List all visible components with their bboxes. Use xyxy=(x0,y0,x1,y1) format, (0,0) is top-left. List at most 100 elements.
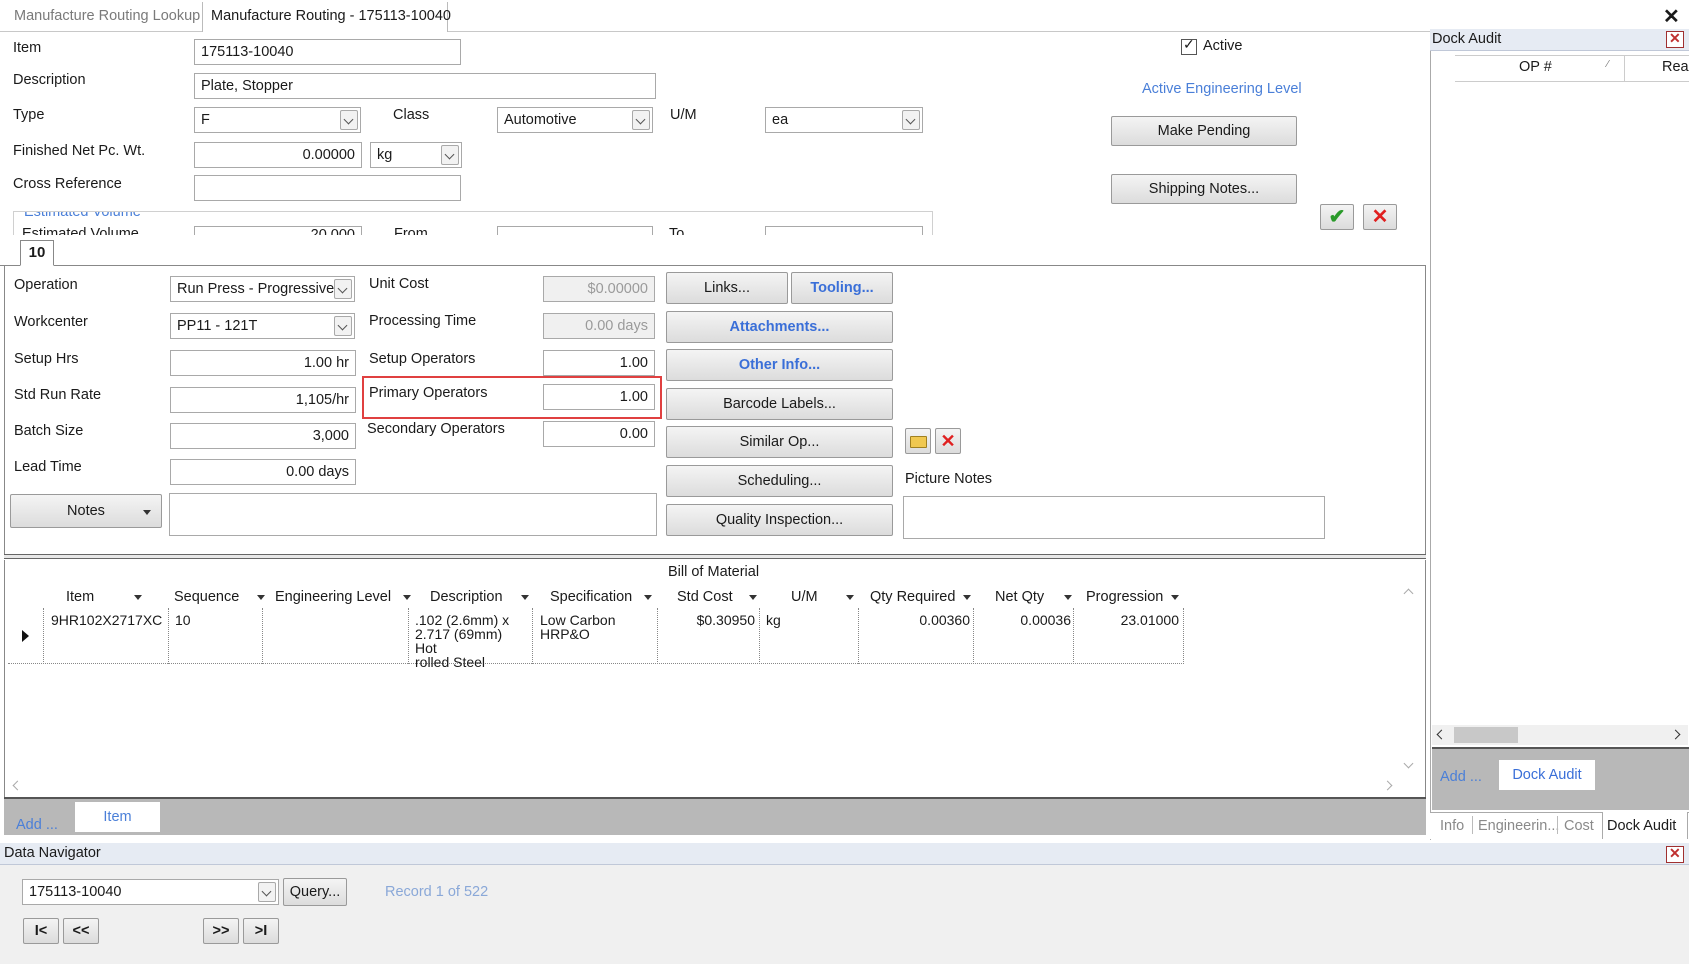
col-header-progression[interactable]: Progression xyxy=(1086,589,1180,605)
class-dropdown[interactable]: Automotive xyxy=(497,107,653,133)
from-field[interactable] xyxy=(497,226,653,235)
active-checkbox[interactable]: ✓ xyxy=(1181,36,1197,55)
col-header-std-cost[interactable]: Std Cost xyxy=(677,589,757,605)
type-dropdown[interactable]: F xyxy=(194,107,361,133)
operation-tab-10[interactable]: 10 xyxy=(20,240,54,266)
shipping-notes-button[interactable]: Shipping Notes... xyxy=(1111,174,1297,204)
primary-operators-field[interactable]: 1.00 xyxy=(543,384,655,410)
col-header-description[interactable]: Description xyxy=(430,589,529,605)
first-record-button[interactable]: I< xyxy=(23,918,59,944)
dock-add-link[interactable]: Add ... xyxy=(1440,769,1482,785)
operation-tab-10-label: 10 xyxy=(28,244,46,261)
chevron-down-icon xyxy=(441,145,459,165)
dock-tab-engineering[interactable]: Engineerin... xyxy=(1478,818,1559,834)
record-dropdown[interactable]: 175113-10040 xyxy=(22,879,279,905)
next-record-button[interactable]: >> xyxy=(203,918,239,944)
bom-item-tab[interactable]: Item xyxy=(75,802,160,832)
col-header-um[interactable]: U/M xyxy=(791,589,854,605)
col-header-progression-label: Progression xyxy=(1086,589,1164,605)
cell-description: .102 (2.6mm) x 2.717 (69mm) Hot rolled S… xyxy=(415,612,510,670)
col-header-engineering-level-label: Engineering Level xyxy=(275,589,392,605)
close-icon[interactable]: ✕ xyxy=(1663,4,1680,29)
lead-time-field[interactable]: 0.00 days xyxy=(170,459,356,485)
dock-audit-inner-tab[interactable]: Dock Audit xyxy=(1499,760,1595,790)
col-header-std-cost-label: Std Cost xyxy=(677,589,733,605)
col-header-qty-required[interactable]: Qty Required xyxy=(870,589,972,605)
dock-tab-cost[interactable]: Cost xyxy=(1564,818,1594,834)
last-record-button[interactable]: >I xyxy=(243,918,279,944)
picture-notes-field[interactable] xyxy=(903,496,1325,539)
item-field[interactable]: 175113-10040 xyxy=(194,39,461,65)
links-button[interactable]: Links... xyxy=(666,272,788,304)
cancel-x-button[interactable]: ✕ xyxy=(1363,204,1397,230)
workcenter-dropdown[interactable]: PP11 - 121T xyxy=(170,313,355,339)
tab-routing-active[interactable]: Manufacture Routing - 175113-10040 xyxy=(202,2,451,32)
setup-operators-field[interactable]: 1.00 xyxy=(543,350,655,376)
delete-picture-button[interactable]: ✕ xyxy=(935,428,961,454)
sort-icon: ⁄ xyxy=(1607,59,1609,70)
tab-routing-lookup[interactable]: Manufacture Routing Lookup xyxy=(14,8,200,24)
setup-operators-label: Setup Operators xyxy=(369,351,476,367)
bom-vertical-scrollbar[interactable] xyxy=(1400,586,1420,778)
scheduling-button[interactable]: Scheduling... xyxy=(666,465,893,497)
to-field[interactable] xyxy=(765,226,923,235)
scroll-thumb[interactable] xyxy=(1454,727,1518,743)
quality-inspection-button[interactable]: Quality Inspection... xyxy=(666,504,893,536)
item-label: Item xyxy=(13,40,42,56)
bom-add-link[interactable]: Add ... xyxy=(16,817,58,833)
active-engineering-level-link[interactable]: Active Engineering Level xyxy=(1142,81,1302,97)
finished-wt-field[interactable]: 0.00000 xyxy=(194,142,362,168)
similar-op-button[interactable]: Similar Op... xyxy=(666,426,893,458)
um-dropdown[interactable]: ea xyxy=(765,107,923,133)
batch-size-field[interactable]: 3,000 xyxy=(170,423,356,449)
std-run-rate-field[interactable]: 1,105/hr xyxy=(170,387,356,413)
notes-field[interactable] xyxy=(169,493,657,536)
bom-horizontal-scrollbar[interactable] xyxy=(8,776,1398,796)
type-value: F xyxy=(201,112,210,128)
dock-horizontal-scrollbar[interactable] xyxy=(1432,725,1688,745)
col-header-engineering-level[interactable]: Engineering Level xyxy=(275,589,412,605)
splitter[interactable] xyxy=(4,554,1426,559)
operation-value: Run Press - Progressive xyxy=(177,281,335,297)
dock-tab-dock-audit[interactable]: Dock Audit xyxy=(1602,812,1688,839)
notes-button[interactable]: Notes xyxy=(10,494,162,528)
estimated-volume-field[interactable]: 20,000 xyxy=(194,226,362,235)
setup-hrs-field[interactable]: 1.00 hr xyxy=(170,350,356,376)
dock-col-rea[interactable]: Rea xyxy=(1662,59,1689,75)
make-pending-button[interactable]: Make Pending xyxy=(1111,116,1297,146)
description-field[interactable]: Plate, Stopper xyxy=(194,73,656,99)
operation-dropdown[interactable]: Run Press - Progressive xyxy=(170,276,355,302)
barcode-labels-button[interactable]: Barcode Labels... xyxy=(666,388,893,420)
dock-col-op-label: OP # xyxy=(1519,59,1552,75)
tooling-button[interactable]: Tooling... xyxy=(791,272,893,304)
col-header-net-qty[interactable]: Net Qty xyxy=(995,589,1073,605)
previous-record-button[interactable]: << xyxy=(63,918,99,944)
filter-arrow-icon xyxy=(644,594,653,600)
dock-audit-panel xyxy=(1430,29,1689,840)
col-header-item[interactable]: Item xyxy=(66,589,143,605)
col-header-sequence[interactable]: Sequence xyxy=(174,589,266,605)
attachments-button[interactable]: Attachments... xyxy=(666,311,893,343)
bom-title: Bill of Material xyxy=(668,564,760,580)
secondary-operators-field[interactable]: 0.00 xyxy=(543,421,655,447)
filter-arrow-icon xyxy=(845,594,854,600)
caret-down-icon xyxy=(143,510,151,515)
col-header-qty-required-label: Qty Required xyxy=(870,589,956,605)
um-value: ea xyxy=(772,112,789,128)
finished-wt-label: Finished Net Pc. Wt. xyxy=(13,143,146,159)
filter-arrow-icon xyxy=(1171,594,1180,600)
chevron-down-icon xyxy=(334,316,352,336)
query-button[interactable]: Query... xyxy=(283,878,347,906)
navigator-close-button[interactable]: ✕ xyxy=(1666,845,1684,863)
open-folder-button[interactable] xyxy=(905,428,931,454)
dock-tab-info[interactable]: Info xyxy=(1440,818,1464,834)
cross-ref-field[interactable] xyxy=(194,175,461,201)
col-header-specification[interactable]: Specification xyxy=(550,589,653,605)
other-info-button[interactable]: Other Info... xyxy=(666,349,893,381)
dock-close-button[interactable]: ✕ xyxy=(1666,30,1684,48)
to-label: To xyxy=(669,226,685,235)
tab-divider xyxy=(1472,816,1473,834)
save-check-button[interactable]: ✔ xyxy=(1320,204,1354,230)
wt-unit-dropdown[interactable]: kg xyxy=(370,142,462,168)
dock-col-op[interactable]: OP # xyxy=(1519,59,1552,75)
